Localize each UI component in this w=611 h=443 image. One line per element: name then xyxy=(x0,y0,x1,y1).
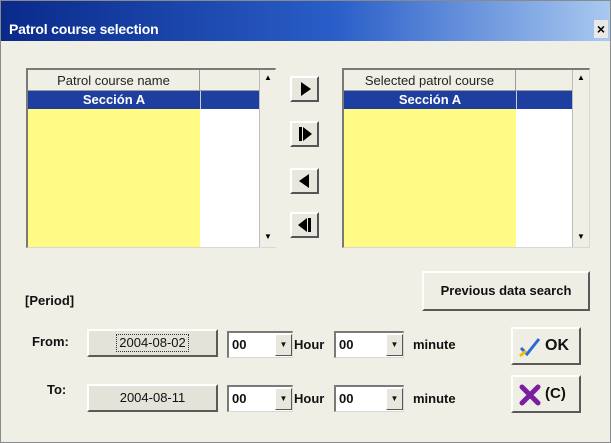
add-course-button[interactable] xyxy=(290,76,319,102)
available-courses-list[interactable]: Patrol course name Sección A ▲ ▼ xyxy=(26,68,276,248)
available-list-body[interactable] xyxy=(28,109,200,247)
from-date-value: 2004-08-02 xyxy=(116,334,189,352)
from-hour-select[interactable]: 00 ▼ xyxy=(227,331,293,358)
to-date-field[interactable]: 2004-08-11 xyxy=(87,384,218,412)
remove-course-button[interactable] xyxy=(290,168,319,194)
cancel-label: (C) xyxy=(545,385,566,402)
from-minute-select[interactable]: 00 ▼ xyxy=(334,331,404,358)
cancel-button[interactable]: (C) xyxy=(511,375,581,413)
available-list-header: Patrol course name xyxy=(28,70,200,91)
to-date-value: 2004-08-11 xyxy=(119,390,186,405)
ok-button[interactable]: OK xyxy=(511,327,581,365)
selected-list-scrollbar[interactable]: ▲ ▼ xyxy=(572,70,589,247)
arrow-right-icon xyxy=(301,82,311,96)
selected-list-body[interactable] xyxy=(344,109,516,247)
arrow-left-icon xyxy=(299,174,309,188)
selected-list-item-extra[interactable] xyxy=(516,91,572,109)
from-hour-value: 00 xyxy=(232,337,247,352)
chevron-down-icon[interactable]: ▼ xyxy=(275,334,292,356)
selected-list-header: Selected patrol course xyxy=(344,70,516,91)
available-list-item[interactable]: Sección A xyxy=(28,91,200,109)
to-label: To: xyxy=(47,382,67,397)
scroll-down-icon[interactable]: ▼ xyxy=(260,229,276,245)
to-minute-value: 00 xyxy=(339,391,354,406)
add-all-courses-button[interactable] xyxy=(290,121,319,147)
to-hour-value: 00 xyxy=(232,391,247,406)
scroll-up-icon[interactable]: ▲ xyxy=(260,70,276,86)
selected-list-header-blank xyxy=(516,70,572,91)
to-minute-unit: minute xyxy=(413,391,456,406)
from-minute-value: 00 xyxy=(339,337,354,352)
arrow-left-all-icon xyxy=(298,218,311,232)
from-label: From: xyxy=(32,334,69,349)
chevron-down-icon[interactable]: ▼ xyxy=(386,334,403,356)
available-list-header-blank xyxy=(200,70,259,91)
to-hour-unit: Hour xyxy=(294,391,325,406)
remove-all-courses-button[interactable] xyxy=(290,212,319,238)
selected-list-item[interactable]: Sección A xyxy=(344,91,516,109)
to-minute-select[interactable]: 00 ▼ xyxy=(334,385,404,412)
chevron-down-icon[interactable]: ▼ xyxy=(275,388,292,410)
available-list-scrollbar[interactable]: ▲ ▼ xyxy=(259,70,276,247)
close-icon xyxy=(519,384,541,406)
previous-data-search-button[interactable]: Previous data search xyxy=(422,271,590,311)
title-bar: Patrol course selection × xyxy=(1,1,610,41)
checkmark-icon xyxy=(519,338,541,358)
to-hour-select[interactable]: 00 ▼ xyxy=(227,385,293,412)
arrow-right-all-icon xyxy=(299,127,312,141)
available-list-item-extra[interactable] xyxy=(200,91,259,109)
patrol-course-dialog: Patrol course selection × Patrol course … xyxy=(0,0,611,443)
scroll-up-icon[interactable]: ▲ xyxy=(573,70,589,86)
from-date-field[interactable]: 2004-08-02 xyxy=(87,329,218,357)
chevron-down-icon[interactable]: ▼ xyxy=(386,388,403,410)
period-heading: [Period] xyxy=(25,293,75,308)
window-title: Patrol course selection xyxy=(9,21,159,37)
scroll-down-icon[interactable]: ▼ xyxy=(573,229,589,245)
from-hour-unit: Hour xyxy=(294,337,325,352)
selected-courses-list[interactable]: Selected patrol course Sección A ▲ ▼ xyxy=(342,68,590,248)
ok-label: OK xyxy=(545,337,569,354)
from-minute-unit: minute xyxy=(413,337,456,352)
close-button[interactable]: × xyxy=(594,20,608,38)
